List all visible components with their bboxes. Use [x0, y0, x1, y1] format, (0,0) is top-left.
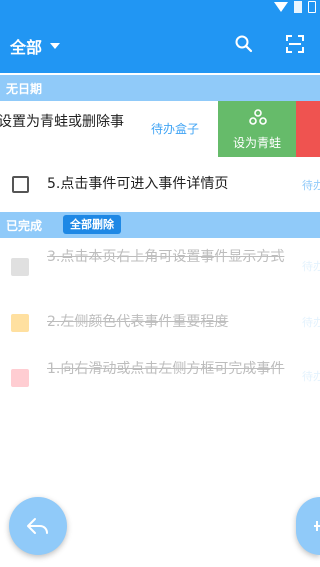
- completed-row[interactable]: 1.向右滑动或点击左侧方框可完成事件 待办: [0, 350, 320, 404]
- section-no-date: 无日期: [0, 75, 320, 101]
- task-tag: 待办: [302, 179, 320, 192]
- task-tag: 待办: [302, 370, 320, 383]
- section-title-completed: 已完成: [6, 219, 43, 233]
- wifi-icon: [274, 2, 288, 12]
- app-bar: 全部: [0, 0, 320, 73]
- reply-icon: [27, 518, 48, 534]
- delete-button[interactable]: [296, 101, 320, 157]
- completed-checkbox[interactable]: [11, 369, 29, 387]
- task-checkbox[interactable]: [12, 176, 29, 193]
- task-row-swiped[interactable]: 设置为青蛙或删除事 待办盒子 设为青蛙: [0, 101, 320, 157]
- task-text: 2.左侧颜色代表事件重要程度: [47, 314, 229, 330]
- signal-icon: [294, 1, 302, 13]
- completed-row[interactable]: 2.左侧颜色代表事件重要程度 待办: [0, 300, 320, 346]
- clear-all-button[interactable]: 全部删除: [63, 215, 121, 234]
- status-bar: [0, 0, 320, 18]
- scan-icon: [286, 35, 304, 53]
- caret-down-icon: [50, 43, 61, 49]
- section-title-no-date: 无日期: [6, 82, 43, 96]
- back-fab[interactable]: [9, 497, 67, 555]
- add-fab[interactable]: [296, 497, 320, 555]
- search-icon: [235, 35, 253, 53]
- task-text: 设置为青蛙或删除事: [0, 114, 124, 130]
- completed-row[interactable]: 3.点击本页右上角可设置事件显示方式 待办: [0, 240, 320, 292]
- task-tag: 待办盒子: [151, 122, 200, 136]
- page-title: 全部: [10, 38, 43, 57]
- set-frog-label: 设为青蛙: [232, 136, 281, 150]
- filter-dropdown[interactable]: 全部: [10, 34, 61, 58]
- completed-checkbox[interactable]: [11, 258, 29, 276]
- frog-icon: [249, 109, 267, 125]
- task-tag: 待办: [302, 260, 320, 273]
- task-text: 5.点击事件可进入事件详情页: [47, 176, 229, 192]
- search-button[interactable]: [232, 32, 256, 56]
- task-text: 1.向右滑动或点击左侧方框可完成事件: [47, 361, 285, 377]
- completed-checkbox[interactable]: [11, 314, 29, 332]
- add-icon: [314, 521, 320, 531]
- task-text: 3.点击本页右上角可设置事件显示方式: [47, 249, 285, 265]
- section-completed: 已完成 全部删除: [0, 212, 320, 238]
- scan-button[interactable]: [283, 32, 307, 56]
- task-tag: 待办: [302, 316, 320, 329]
- status-icons: [274, 0, 316, 14]
- battery-icon: [308, 1, 316, 13]
- task-row[interactable]: 5.点击事件可进入事件详情页 待办: [0, 157, 320, 213]
- set-frog-button[interactable]: 设为青蛙: [218, 101, 296, 157]
